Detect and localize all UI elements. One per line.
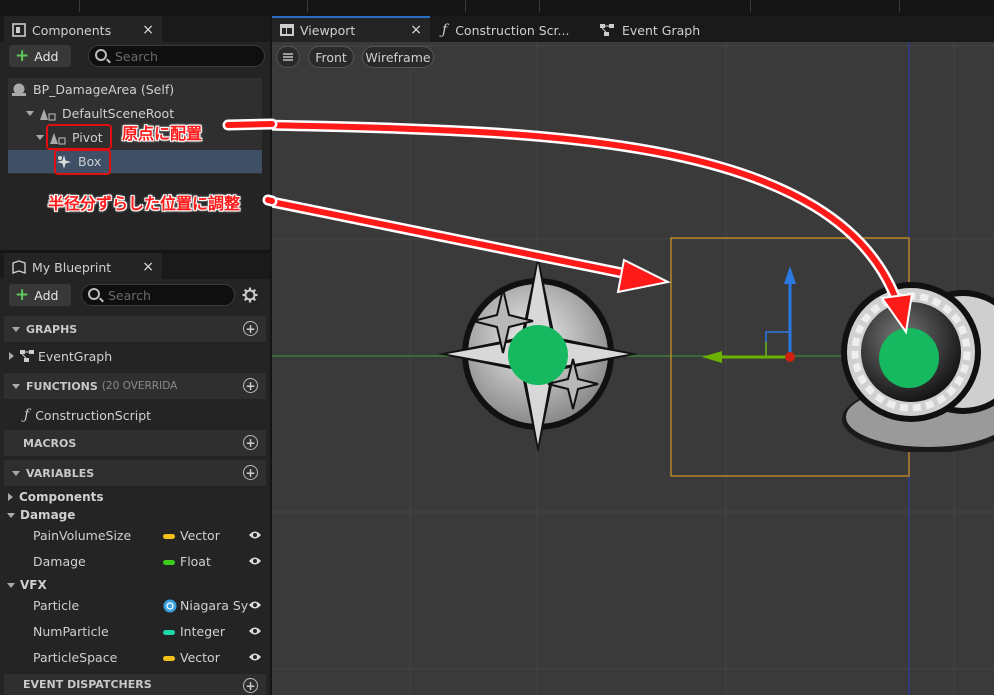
annotation-arrows — [272, 119, 914, 335]
viewport-icon — [280, 24, 294, 36]
function-icon: ƒ — [442, 22, 448, 38]
blueprint-editor: Components × + Add Search BP_DamageArea … — [0, 0, 994, 695]
tab-construction-label: Construction Scr... — [455, 22, 570, 38]
tab-viewport-label: Viewport — [300, 22, 356, 38]
tab-viewport[interactable]: Viewport × — [272, 16, 430, 42]
tab-event-graph-label: Event Graph — [622, 22, 701, 38]
annotation-arrow-stubs — [222, 118, 278, 207]
viewport[interactable]: Front Wireframe — [272, 42, 994, 695]
close-icon[interactable]: × — [410, 22, 422, 38]
annotation-offset-note: 半径分ずらした位置に調整 — [48, 194, 241, 213]
event-graph-icon — [600, 24, 614, 36]
tab-construction-script[interactable]: ƒ Construction Scr... — [434, 16, 590, 42]
annotation-origin-note: 原点に配置 — [122, 124, 203, 143]
tab-event-graph[interactable]: Event Graph — [592, 16, 748, 42]
